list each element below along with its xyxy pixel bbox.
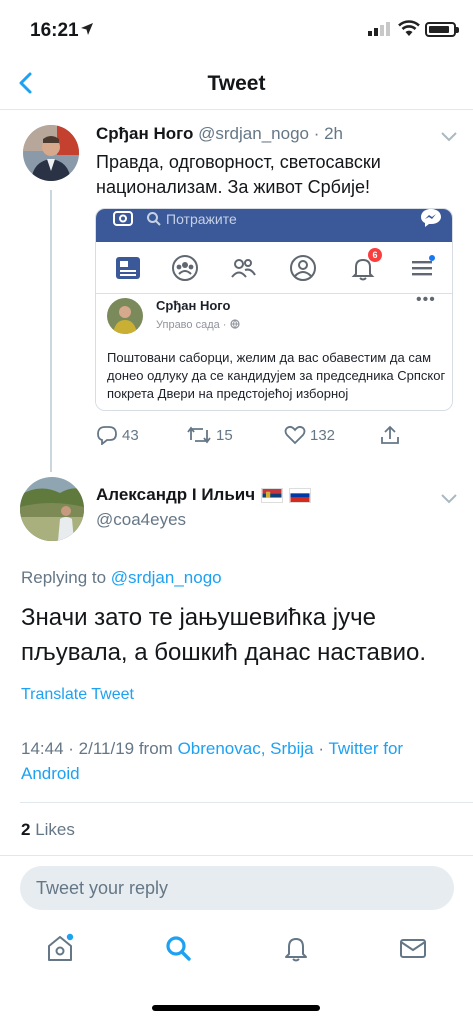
facebook-post: Срђан Ного Управо сада · ••• Поштовани с…: [96, 291, 452, 410]
notification-count-badge: 6: [368, 248, 382, 262]
facebook-search-placeholder: Потражите: [166, 211, 237, 227]
retweet-button[interactable]: 15: [186, 425, 233, 445]
parent-author-row: Срђан Ного @srdjan_nogo · 2h: [96, 124, 343, 144]
share-button[interactable]: [380, 425, 404, 445]
news-feed-icon: [116, 257, 140, 279]
tweet-metadata: 14:44 · 2/11/19 from Obrenovac, Srbija ·…: [21, 736, 461, 786]
facebook-post-author: Срђан Ного: [156, 298, 231, 313]
search-icon: [147, 212, 161, 226]
home-indicator: [152, 1005, 320, 1011]
facebook-post-text: Поштовани саборци, желим да вас обавести…: [107, 350, 446, 401]
facebook-header: Потражите: [96, 209, 452, 242]
retweet-icon: [187, 426, 211, 444]
messenger-icon: [421, 209, 441, 227]
cellular-signal-icon: [368, 22, 390, 36]
profile-icon: [290, 255, 316, 281]
location-arrow-icon: [81, 23, 93, 35]
like-count: 132: [310, 426, 336, 444]
facebook-post-time: Управо сада ·: [156, 319, 230, 331]
bottom-tab-bar: [0, 925, 473, 975]
divider: [0, 855, 473, 856]
main-author-name[interactable]: Александр I Ильич: [96, 485, 255, 505]
reply-placeholder: Tweet your reply: [36, 878, 169, 898]
camera-icon: [113, 211, 133, 226]
messages-icon[interactable]: [398, 933, 428, 963]
globe-icon: [229, 319, 240, 329]
heart-icon: [284, 425, 306, 445]
status-bar: 16:21: [0, 0, 473, 50]
page-title: Tweet: [207, 72, 266, 95]
home-icon[interactable]: [45, 933, 75, 963]
search-tab-icon[interactable]: [163, 933, 193, 963]
facebook-tab-bar: 6: [96, 242, 452, 294]
tweet-timestamp: 14:44 · 2/11/19 from: [21, 739, 178, 758]
battery-level: [429, 26, 449, 33]
main-tweet-menu-chevron-icon[interactable]: [441, 494, 457, 504]
replying-to-prefix: Replying to: [21, 568, 111, 587]
divider: [20, 802, 473, 803]
notifications-icon[interactable]: [281, 933, 311, 963]
reply-input[interactable]: Tweet your reply: [20, 866, 454, 910]
navigation-bar: Tweet: [0, 56, 473, 110]
facebook-post-avatar: [107, 298, 143, 334]
likes-label: Likes: [30, 820, 75, 839]
parent-tweet-image[interactable]: Потражите 6 Срђан Ного Управо сада · •••…: [95, 208, 453, 411]
main-author-avatar[interactable]: [20, 477, 84, 541]
replying-to-link[interactable]: @srdjan_nogo: [111, 568, 222, 587]
facebook-post-more-icon: •••: [416, 291, 436, 308]
parent-tweet-menu-chevron-icon[interactable]: [441, 132, 457, 142]
replying-to-line: Replying to @srdjan_nogo: [21, 568, 222, 588]
parent-tweet-text: Правда, одговорност, светосавски национа…: [96, 152, 381, 197]
status-time: 16:21: [30, 20, 79, 41]
main-author-handle[interactable]: @coa4eyes: [96, 510, 186, 530]
reply-count: 43: [122, 426, 139, 444]
reply-button[interactable]: 43: [96, 425, 139, 445]
battery-icon: [425, 22, 459, 37]
russian-flag-icon: [289, 487, 312, 503]
groups-icon: [172, 255, 198, 281]
translate-tweet-link[interactable]: Translate Tweet: [21, 686, 134, 704]
tweet-location-link[interactable]: Obrenovac, Srbija: [178, 739, 314, 758]
facebook-post-meta: Управо сада ·: [156, 319, 240, 331]
parent-author-name[interactable]: Срђан Ного: [96, 124, 193, 143]
meta-separator: ·: [313, 739, 329, 758]
menu-hamburger-icon: [412, 255, 435, 276]
share-icon: [381, 425, 399, 444]
thread-connector-line: [50, 190, 52, 472]
parent-tweet-actions: 43 15 132: [96, 425, 399, 451]
serbian-flag-icon: [261, 487, 284, 503]
retweet-count: 15: [216, 426, 233, 444]
parent-author-avatar[interactable]: [23, 125, 79, 181]
friends-icon: [231, 259, 256, 278]
main-author-row: Александр I Ильич: [96, 485, 312, 505]
like-button[interactable]: 132: [284, 425, 335, 445]
parent-author-handle[interactable]: @srdjan_nogo: [198, 124, 309, 143]
wifi-icon: [398, 20, 420, 36]
likes-summary[interactable]: 2 Likes: [21, 820, 75, 840]
main-tweet-text: Значи зато те јањушевићка јуче пљувала, …: [21, 604, 427, 666]
reply-icon: [97, 426, 117, 445]
parent-tweet-age: · 2h: [313, 124, 344, 143]
